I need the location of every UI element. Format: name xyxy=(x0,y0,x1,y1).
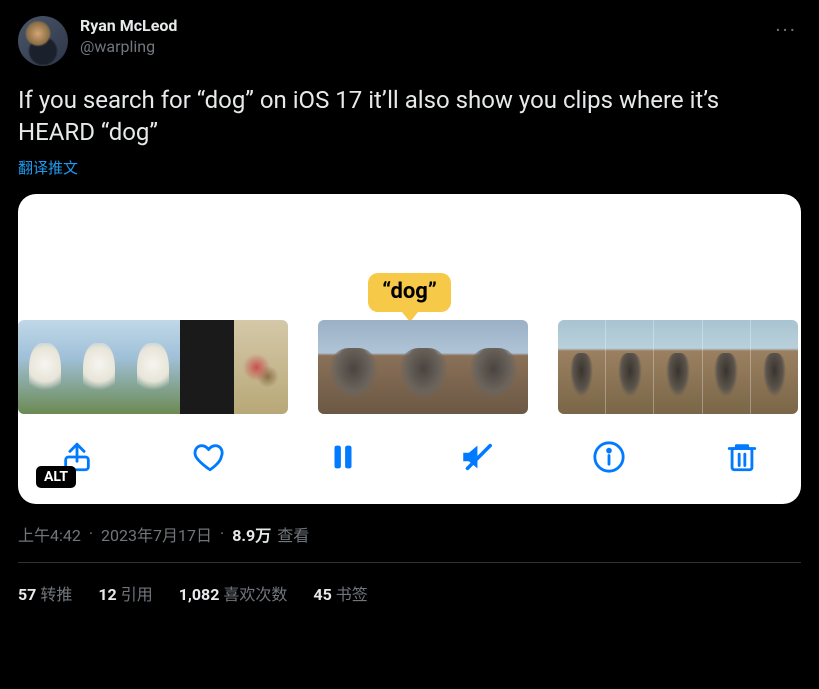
video-timeline[interactable] xyxy=(18,320,801,414)
tweet-meta[interactable]: 上午4:42 · 2023年7月17日 · 8.9万 查看 xyxy=(18,522,801,546)
video-frame xyxy=(558,320,606,414)
caption-row: “dog” xyxy=(18,210,801,320)
quotes-label: 引用 xyxy=(121,585,153,604)
clip-group-3[interactable] xyxy=(558,320,798,414)
author-handle: @warpling xyxy=(80,37,177,58)
tweet-text: If you search for “dog” on iOS 17 it’ll … xyxy=(18,84,801,149)
info-icon[interactable] xyxy=(592,440,626,474)
video-frame xyxy=(72,320,126,414)
video-frame xyxy=(606,320,654,414)
video-frame xyxy=(751,320,798,414)
media-card: “dog” xyxy=(18,194,801,504)
views-count: 8.9万 xyxy=(232,522,271,546)
video-frame xyxy=(654,320,702,414)
video-frame xyxy=(388,320,458,414)
more-menu-button[interactable]: ··· xyxy=(771,14,801,46)
caption-bubble: “dog” xyxy=(368,273,451,312)
video-frame xyxy=(703,320,751,414)
likes-label: 喜欢次数 xyxy=(223,585,287,604)
media-toolbar xyxy=(18,414,801,486)
video-frame xyxy=(458,320,528,414)
tweet-date: 2023年7月17日 xyxy=(101,522,212,546)
mute-icon[interactable] xyxy=(459,440,493,474)
bookmarks-stat[interactable]: 45 书签 xyxy=(313,581,367,605)
clip-group-2[interactable] xyxy=(318,320,528,414)
trash-icon[interactable] xyxy=(725,440,759,474)
avatar[interactable] xyxy=(18,16,68,66)
video-frame xyxy=(234,320,288,414)
retweets-count: 57 xyxy=(18,585,36,604)
tweet-header: Ryan McLeod @warpling ··· xyxy=(18,16,801,66)
video-frame xyxy=(318,320,388,414)
retweets-label: 转推 xyxy=(40,585,72,604)
video-frame xyxy=(18,320,72,414)
quotes-stat[interactable]: 12 引用 xyxy=(98,581,152,605)
video-frame xyxy=(180,320,234,414)
pause-icon[interactable] xyxy=(326,440,360,474)
author-display-name: Ryan McLeod xyxy=(80,16,177,37)
likes-count: 1,082 xyxy=(179,585,220,604)
stats-row: 57转推 12 引用 1,082喜欢次数 45 书签 xyxy=(18,563,801,605)
quotes-count: 12 xyxy=(98,585,116,604)
tweet-time: 上午4:42 xyxy=(18,522,81,546)
views-label: 查看 xyxy=(277,522,309,546)
meta-separator: · xyxy=(89,524,93,543)
likes-stat[interactable]: 1,082喜欢次数 xyxy=(179,581,288,605)
bookmarks-count: 45 xyxy=(313,585,331,604)
clip-group-1[interactable] xyxy=(18,320,288,414)
video-frame xyxy=(126,320,180,414)
translate-link[interactable]: 翻译推文 xyxy=(18,157,801,178)
author-names[interactable]: Ryan McLeod @warpling xyxy=(80,16,177,58)
tweet-container: Ryan McLeod @warpling ··· If you search … xyxy=(0,0,819,605)
meta-separator: · xyxy=(220,524,224,543)
heart-icon[interactable] xyxy=(193,440,227,474)
bookmarks-label: 书签 xyxy=(336,585,368,604)
alt-badge[interactable]: ALT xyxy=(36,466,76,488)
retweets-stat[interactable]: 57转推 xyxy=(18,581,72,605)
